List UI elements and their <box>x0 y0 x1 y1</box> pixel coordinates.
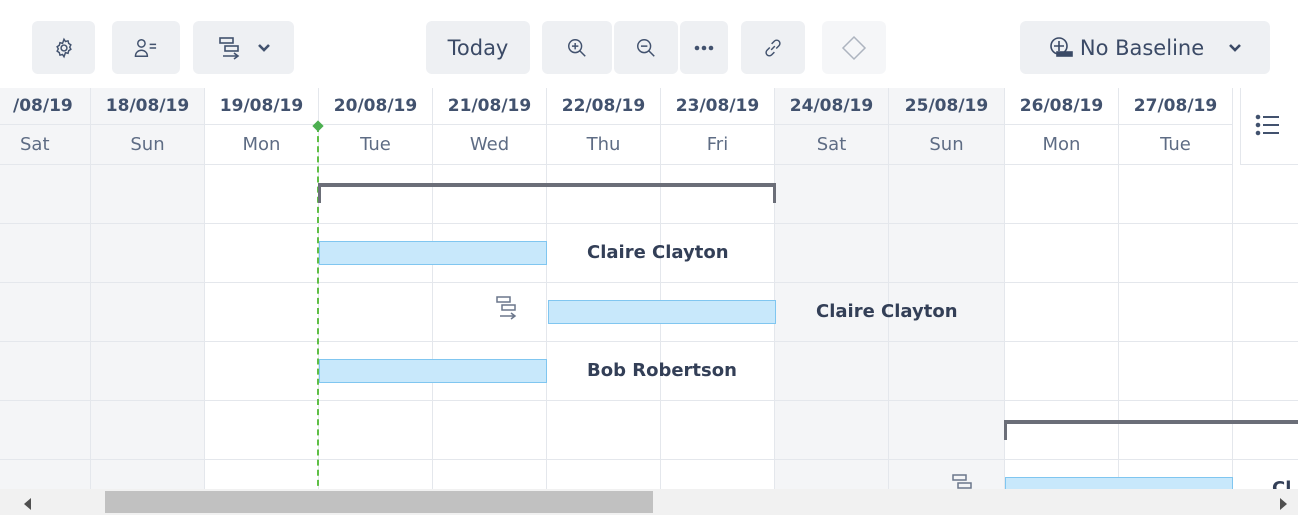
task-bar[interactable] <box>1005 477 1233 489</box>
column-date: 20/08/19 <box>319 88 432 125</box>
zoom-in-icon <box>566 37 588 59</box>
column-panel-toggle[interactable] <box>1240 88 1298 165</box>
scrollbar-thumb[interactable] <box>105 491 653 513</box>
timeline-column: 18/08/19 Sun <box>90 88 204 489</box>
column-date: 26/08/19 <box>1005 88 1118 125</box>
row-divider <box>0 341 1298 342</box>
timeline-column: 20/08/19 Tue <box>318 88 432 489</box>
row-divider <box>0 282 1298 283</box>
today-label: Today <box>447 35 509 60</box>
task-assignee-label: Claire Clayton <box>587 242 729 263</box>
timeline-column: 23/08/19 Fri <box>660 88 774 489</box>
timeline-column: 21/08/19 Wed <box>432 88 546 489</box>
list-icon <box>1255 114 1281 140</box>
column-date: 27/08/19 <box>1119 88 1232 125</box>
column-date: 23/08/19 <box>661 88 774 125</box>
gantt-chart: /08/19 Sat 18/08/19 Sun 19/08/19 Mon 20/… <box>0 88 1298 489</box>
column-day: Sat <box>775 125 888 165</box>
task-bar[interactable] <box>548 300 776 324</box>
column-date: 22/08/19 <box>547 88 660 125</box>
zoom-out-icon <box>635 37 657 59</box>
column-date: 24/08/19 <box>775 88 888 125</box>
ellipsis-icon <box>694 45 714 51</box>
horizontal-scrollbar[interactable] <box>0 489 1298 515</box>
column-date: 18/08/19 <box>91 88 204 125</box>
column-day: Mon <box>1005 125 1118 165</box>
column-day: Sat <box>0 125 90 165</box>
task-assignee-label: Claire Clayton <box>816 301 958 322</box>
column-day: Thu <box>547 125 660 165</box>
link-button[interactable] <box>741 21 805 74</box>
column-date: 21/08/19 <box>433 88 546 125</box>
column-date: 25/08/19 <box>889 88 1004 125</box>
task-assignee-label: Bob Robertson <box>587 360 737 381</box>
scroll-left-arrow-icon[interactable] <box>24 498 31 510</box>
timeline-column: 25/08/19 Sun <box>888 88 1004 489</box>
hierarchy-icon <box>217 35 243 61</box>
timeline-column: /08/19 Sat <box>0 88 90 489</box>
baseline-icon <box>1048 36 1074 60</box>
group-by-button[interactable] <box>193 21 294 74</box>
chevron-down-icon <box>1228 43 1242 53</box>
diamond-icon <box>841 35 867 61</box>
task-bar[interactable] <box>319 241 547 265</box>
column-day: Wed <box>433 125 546 165</box>
gantt-toolbar: Today No Baseline <box>0 0 1298 88</box>
timeline-column: 22/08/19 Thu <box>546 88 660 489</box>
column-day: Sun <box>91 125 204 165</box>
user-list-icon <box>134 37 158 59</box>
more-button[interactable] <box>680 21 728 74</box>
row-divider <box>0 223 1298 224</box>
column-day: Sun <box>889 125 1004 165</box>
baseline-label: No Baseline <box>1079 35 1205 60</box>
link-icon <box>762 37 784 59</box>
timeline-column: 24/08/19 Sat <box>774 88 888 489</box>
column-day: Mon <box>205 125 318 165</box>
chevron-down-icon <box>257 43 271 53</box>
task-assignee-label: Cl <box>1272 478 1292 489</box>
timeline-column: 19/08/19 Mon <box>204 88 318 489</box>
column-date: /08/19 <box>0 88 90 125</box>
milestone-button[interactable] <box>822 21 886 74</box>
resources-button[interactable] <box>112 21 180 74</box>
row-divider <box>0 459 1298 460</box>
group-summary-bar[interactable] <box>318 183 776 203</box>
gear-icon <box>53 37 75 59</box>
baseline-dropdown[interactable]: No Baseline <box>1020 21 1270 74</box>
column-day: Tue <box>1119 125 1232 165</box>
zoom-in-button[interactable] <box>542 21 612 74</box>
column-day: Fri <box>661 125 774 165</box>
column-day: Tue <box>319 125 432 165</box>
dependency-icon[interactable] <box>494 294 520 326</box>
today-marker-line <box>317 126 319 489</box>
task-bar[interactable] <box>319 359 547 383</box>
today-button[interactable]: Today <box>426 21 530 74</box>
zoom-out-button[interactable] <box>614 21 678 74</box>
scroll-right-arrow-icon[interactable] <box>1280 498 1287 510</box>
group-summary-bar[interactable] <box>1004 420 1298 440</box>
dependency-icon[interactable] <box>950 472 976 489</box>
column-date: 19/08/19 <box>205 88 318 125</box>
row-divider <box>0 400 1298 401</box>
settings-button[interactable] <box>32 21 95 74</box>
